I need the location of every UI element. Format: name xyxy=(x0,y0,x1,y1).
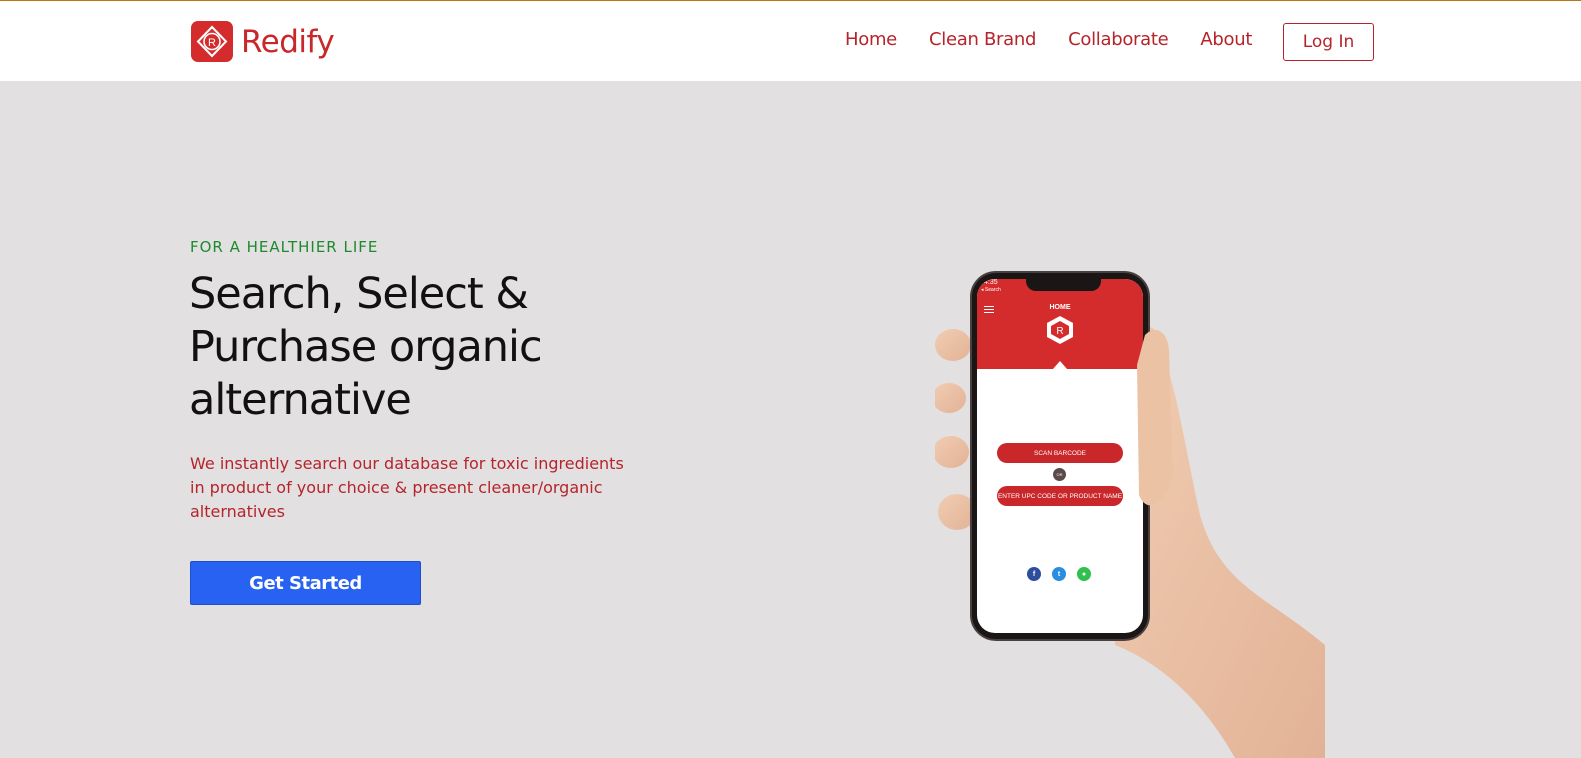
hero-subtext: We instantly search our database for tox… xyxy=(190,454,624,521)
brand-logo[interactable]: R Redify xyxy=(191,21,335,62)
login-button[interactable]: Log In xyxy=(1283,23,1374,61)
top-navigation-bar: R Redify Home Clean Brand Collaborate Ab… xyxy=(0,0,1581,81)
nav-about[interactable]: About xyxy=(1200,29,1252,50)
app-logo-letter: R xyxy=(1056,326,1063,337)
hero-eyebrow: FOR A HEALTHIER LIFE xyxy=(190,238,379,256)
app-header: 4:35 ◂ Search HOME R xyxy=(977,279,1143,369)
nav-home[interactable]: Home xyxy=(845,29,897,50)
phone-notch xyxy=(1026,279,1101,291)
facebook-icon[interactable]: f xyxy=(1027,567,1041,581)
brand-name: Redify xyxy=(241,23,335,60)
logo-letter: R xyxy=(208,37,216,49)
status-back-link[interactable]: ◂ Search xyxy=(981,287,1001,293)
app-screen-title: HOME xyxy=(1049,304,1071,311)
header-caret xyxy=(1053,361,1067,369)
twitter-icon[interactable]: t xyxy=(1052,567,1066,581)
or-divider: OR xyxy=(1053,468,1066,481)
phone-screen: 4:35 ◂ Search HOME R SCAN BARCODE OR ENT… xyxy=(977,279,1143,633)
app-logo-icon: R xyxy=(1047,316,1073,344)
nav-clean-brand[interactable]: Clean Brand xyxy=(929,29,1036,50)
message-icon[interactable]: ● xyxy=(1077,567,1091,581)
get-started-button[interactable]: Get Started xyxy=(190,561,421,605)
scan-barcode-button[interactable]: SCAN BARCODE xyxy=(997,443,1123,463)
status-time: 4:35 xyxy=(984,279,998,286)
thumb-illustration xyxy=(1137,330,1173,506)
redify-logo-icon: R xyxy=(191,21,233,62)
hero-headline: Search, Select & Purchase organic altern… xyxy=(189,269,543,425)
enter-upc-button[interactable]: ENTER UPC CODE OR PRODUCT NAME xyxy=(997,486,1123,506)
main-nav: Home Clean Brand Collaborate About xyxy=(845,29,1284,50)
nav-collaborate[interactable]: Collaborate xyxy=(1068,29,1169,50)
